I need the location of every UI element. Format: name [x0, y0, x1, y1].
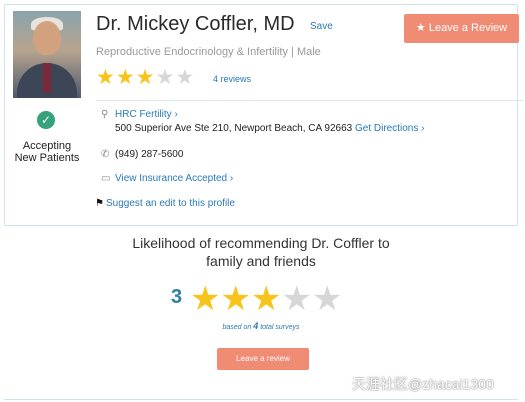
rating-stars: ★★★★★ — [96, 67, 195, 88]
star-filled-icon: ★ — [250, 280, 282, 318]
doctor-profile-card: ✓ Accepting New Patients Dr. Mickey Coff… — [4, 4, 523, 226]
reviews-link[interactable]: 4 reviews — [213, 74, 251, 84]
accepting-new-patients: Accepting New Patients — [14, 140, 80, 164]
recommend-title: Likelihood of recommending Dr. Coffler t… — [132, 235, 390, 269]
leave-review-button[interactable]: ★ Leave a Review — [404, 14, 519, 43]
recommend-rating-value: 3 — [171, 286, 183, 308]
star-filled-icon: ★ — [96, 66, 115, 89]
watermark: 天涯社区@zhacai1300 — [352, 376, 494, 392]
save-link[interactable]: Save — [310, 21, 333, 32]
location-pin-icon: ⚲ — [101, 109, 109, 120]
star-empty-icon: ★ — [311, 280, 343, 318]
leave-review-button-secondary[interactable]: Leave a review — [217, 348, 309, 370]
address-text: 500 Superior Ave Ste 210, Newport Beach,… — [115, 123, 353, 134]
get-directions-link[interactable]: Get Directions › — [355, 123, 424, 134]
specialty-text: Reproductive Endocrinology & Infertility… — [96, 46, 321, 58]
star-icon: ★ — [415, 22, 426, 34]
star-filled-icon: ★ — [135, 66, 155, 89]
suggest-edit-link[interactable]: Suggest an edit to this profile — [106, 198, 235, 209]
bottom-divider — [4, 399, 518, 400]
star-filled-icon: ★ — [190, 280, 221, 318]
phone-icon: ✆ — [101, 149, 110, 160]
address-row: 500 Superior Ave Ste 210, Newport Beach,… — [115, 123, 424, 134]
insurance-row: ▭ View Insurance Accepted › — [101, 173, 233, 184]
check-circle-icon: ✓ — [37, 111, 55, 129]
phone-number[interactable]: (949) 287-5600 — [115, 149, 183, 160]
survey-count-text: based on 4 total surveys — [222, 321, 300, 331]
star-empty-icon: ★ — [155, 66, 175, 89]
doctor-name: Dr. Mickey Coffler, MD — [96, 13, 295, 35]
star-empty-icon: ★ — [175, 66, 195, 89]
flag-icon: ⚑ — [95, 198, 104, 209]
view-insurance-link[interactable]: View Insurance Accepted › — [115, 173, 233, 184]
phone-row: ✆ (949) 287-5600 — [101, 149, 183, 160]
card-icon: ▭ — [101, 173, 111, 184]
star-filled-icon: ★ — [220, 280, 251, 318]
doctor-photo — [13, 11, 81, 98]
practice-row: ⚲ HRC Fertility › — [101, 109, 178, 120]
recommend-stars: ★★★★★ — [190, 282, 342, 316]
divider — [96, 100, 523, 101]
practice-link[interactable]: HRC Fertility › — [115, 109, 178, 120]
star-empty-icon: ★ — [281, 280, 312, 318]
suggest-edit-row: ⚑ Suggest an edit to this profile — [95, 198, 235, 209]
star-filled-icon: ★ — [115, 66, 135, 89]
